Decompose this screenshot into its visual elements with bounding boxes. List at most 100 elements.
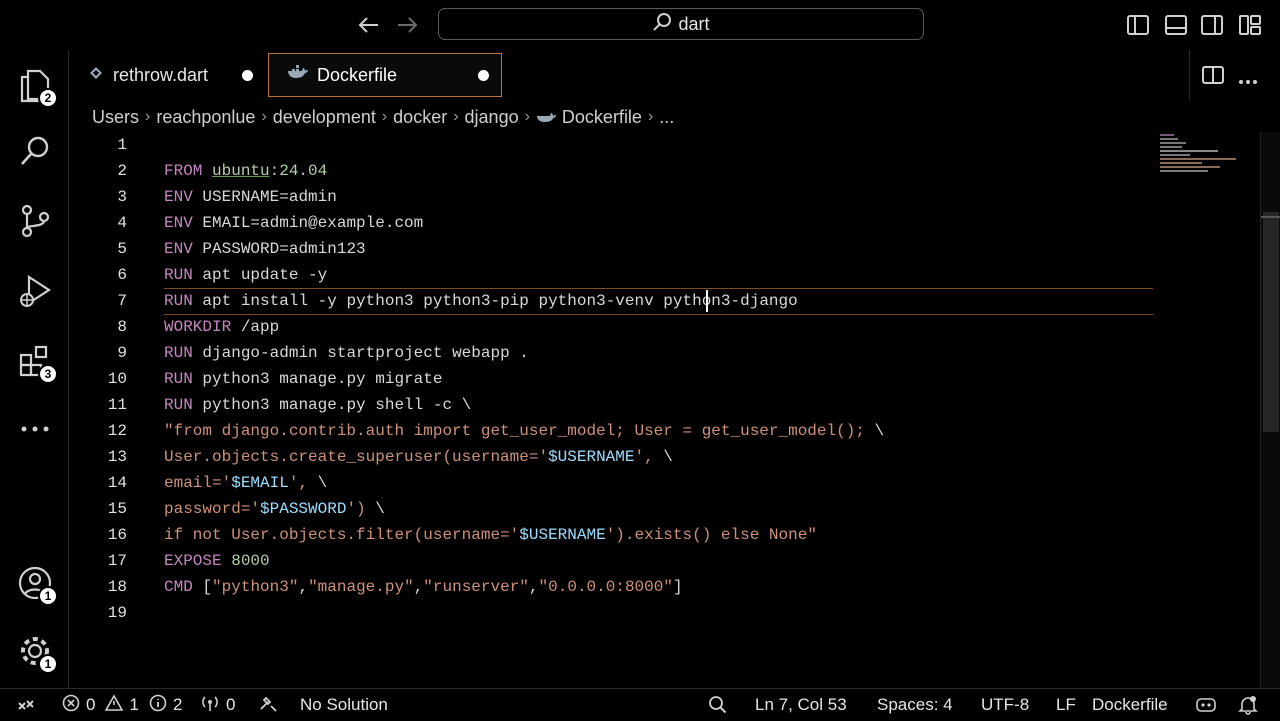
- keyword: EXPOSE: [164, 552, 222, 570]
- line-number: 19: [107, 604, 127, 622]
- problems-indicator[interactable]: 0 1 2: [62, 689, 182, 721]
- indentation[interactable]: Spaces: 4: [877, 689, 953, 721]
- keyword: ENV: [164, 214, 193, 232]
- extensions-badge: 3: [38, 364, 58, 384]
- broadcast-icon: [200, 694, 220, 717]
- line-number: 9: [117, 344, 127, 362]
- toggle-secondary-sidebar-icon[interactable]: [1200, 14, 1224, 36]
- source-control-icon[interactable]: [14, 200, 56, 242]
- breadcrumb-item[interactable]: development: [273, 107, 376, 128]
- copilot-icon[interactable]: [1196, 689, 1216, 721]
- unsaved-dot-icon[interactable]: [242, 69, 253, 81]
- code-editor[interactable]: 1 2 3 4 5 6 7 8 9 10 11 12 13 14 15 16 1…: [69, 132, 1260, 688]
- string-text: User.objects.create_superuser(username=': [164, 448, 549, 466]
- code-text: PASSWORD=admin123: [202, 240, 366, 258]
- solution-indicator[interactable]: No Solution: [258, 689, 388, 721]
- code-line: password='$PASSWORD') \: [164, 496, 385, 522]
- explorer-icon[interactable]: 2: [14, 64, 58, 108]
- keyword: RUN: [164, 344, 193, 362]
- ports-count: 0: [226, 695, 236, 714]
- split-editor-icon[interactable]: [1202, 66, 1224, 89]
- warning-icon: [105, 693, 124, 717]
- search-view-icon[interactable]: [14, 130, 56, 172]
- line-number: 6: [117, 266, 127, 284]
- warning-count: 1: [129, 695, 139, 714]
- bracket: ]: [672, 578, 683, 596]
- encoding[interactable]: UTF-8: [981, 689, 1029, 721]
- string-text: "python3": [212, 578, 299, 596]
- tools-icon: [258, 694, 280, 717]
- accounts-badge: 1: [38, 586, 58, 606]
- keyword: RUN: [164, 396, 193, 414]
- error-icon: [62, 694, 80, 717]
- keyword: ENV: [164, 188, 193, 206]
- remote-indicator-icon[interactable]: [16, 689, 36, 721]
- code-line: RUN apt update -y: [164, 262, 327, 288]
- more-views-icon[interactable]: [14, 408, 56, 450]
- more-actions-icon[interactable]: [1238, 72, 1258, 90]
- chevron-right-icon: ›: [453, 108, 459, 125]
- command-center-search[interactable]: dart: [438, 8, 924, 40]
- tab-rethrow-dart[interactable]: rethrow.dart: [69, 53, 265, 97]
- back-arrow-icon[interactable]: [356, 12, 382, 38]
- image-tag: :24.04: [269, 162, 328, 180]
- string-text: "runserver": [423, 578, 529, 596]
- language-mode[interactable]: Dockerfile: [1092, 689, 1168, 721]
- forward-arrow-icon[interactable]: [394, 12, 420, 38]
- string-text: "manage.py": [308, 578, 414, 596]
- error-count: 0: [86, 695, 96, 714]
- cursor-position[interactable]: Ln 7, Col 53: [755, 689, 847, 721]
- chevron-right-icon: ›: [381, 108, 388, 125]
- code-text: \: [308, 474, 328, 492]
- extensions-icon[interactable]: 3: [14, 340, 58, 384]
- code-line: RUN django-admin startproject webapp .: [164, 340, 529, 366]
- settings-gear-icon[interactable]: 1: [14, 630, 58, 674]
- string-text: ').exists() else None": [605, 526, 817, 544]
- breadcrumb-item[interactable]: django: [465, 107, 519, 128]
- variable: $USERNAME: [548, 448, 635, 466]
- info-icon: [149, 694, 167, 717]
- code-line: FROM ubuntu:24.04: [164, 158, 327, 184]
- dart-icon: [87, 64, 105, 87]
- unsaved-dot-icon[interactable]: [478, 69, 489, 81]
- run-debug-icon[interactable]: [14, 270, 56, 312]
- line-number: 1: [117, 136, 127, 154]
- customize-layout-icon[interactable]: [1238, 14, 1262, 36]
- line-number: 18: [107, 578, 127, 596]
- breadcrumb-item[interactable]: docker: [393, 107, 447, 128]
- breadcrumb-item[interactable]: reachponlue: [156, 107, 255, 128]
- code-line: ENV PASSWORD=admin123: [164, 236, 366, 262]
- line-number: 5: [117, 240, 127, 258]
- toggle-primary-sidebar-icon[interactable]: [1126, 14, 1150, 36]
- toggle-panel-icon[interactable]: [1164, 14, 1188, 36]
- scrollbar-cursor-marker: [1261, 216, 1280, 218]
- vertical-scrollbar[interactable]: [1260, 132, 1280, 688]
- explorer-badge: 2: [38, 88, 58, 108]
- accounts-icon[interactable]: 1: [14, 562, 58, 606]
- breadcrumb-item[interactable]: Users: [92, 107, 139, 128]
- code-line: EXPOSE 8000: [164, 548, 270, 574]
- code-line: if not User.objects.filter(username='$US…: [164, 522, 817, 548]
- line-number: 17: [107, 552, 127, 570]
- line-number: 8: [117, 318, 127, 336]
- text-cursor: [706, 290, 708, 312]
- breadcrumb-item[interactable]: ...: [659, 107, 674, 128]
- docker-icon: [536, 110, 556, 125]
- code-line: RUN apt install -y python3 python3-pip p…: [164, 288, 798, 314]
- line-number: 14: [107, 474, 127, 492]
- line-number: 11: [107, 396, 127, 414]
- ports-indicator[interactable]: 0: [200, 689, 235, 721]
- code-text: /app: [240, 318, 280, 336]
- end-of-line[interactable]: LF: [1056, 689, 1076, 721]
- line-number: 13: [107, 448, 127, 466]
- tab-dockerfile[interactable]: Dockerfile: [268, 53, 502, 97]
- notifications-bell-icon[interactable]: [1238, 689, 1258, 721]
- line-number: 2: [117, 162, 127, 180]
- zoom-icon[interactable]: [708, 689, 728, 721]
- minimap[interactable]: [1160, 134, 1240, 174]
- code-line: RUN python3 manage.py migrate: [164, 366, 442, 392]
- chevron-right-icon: ›: [524, 108, 530, 125]
- line-number: 4: [117, 214, 127, 232]
- scrollbar-thumb[interactable]: [1263, 212, 1279, 432]
- breadcrumb-item[interactable]: Dockerfile: [562, 107, 642, 128]
